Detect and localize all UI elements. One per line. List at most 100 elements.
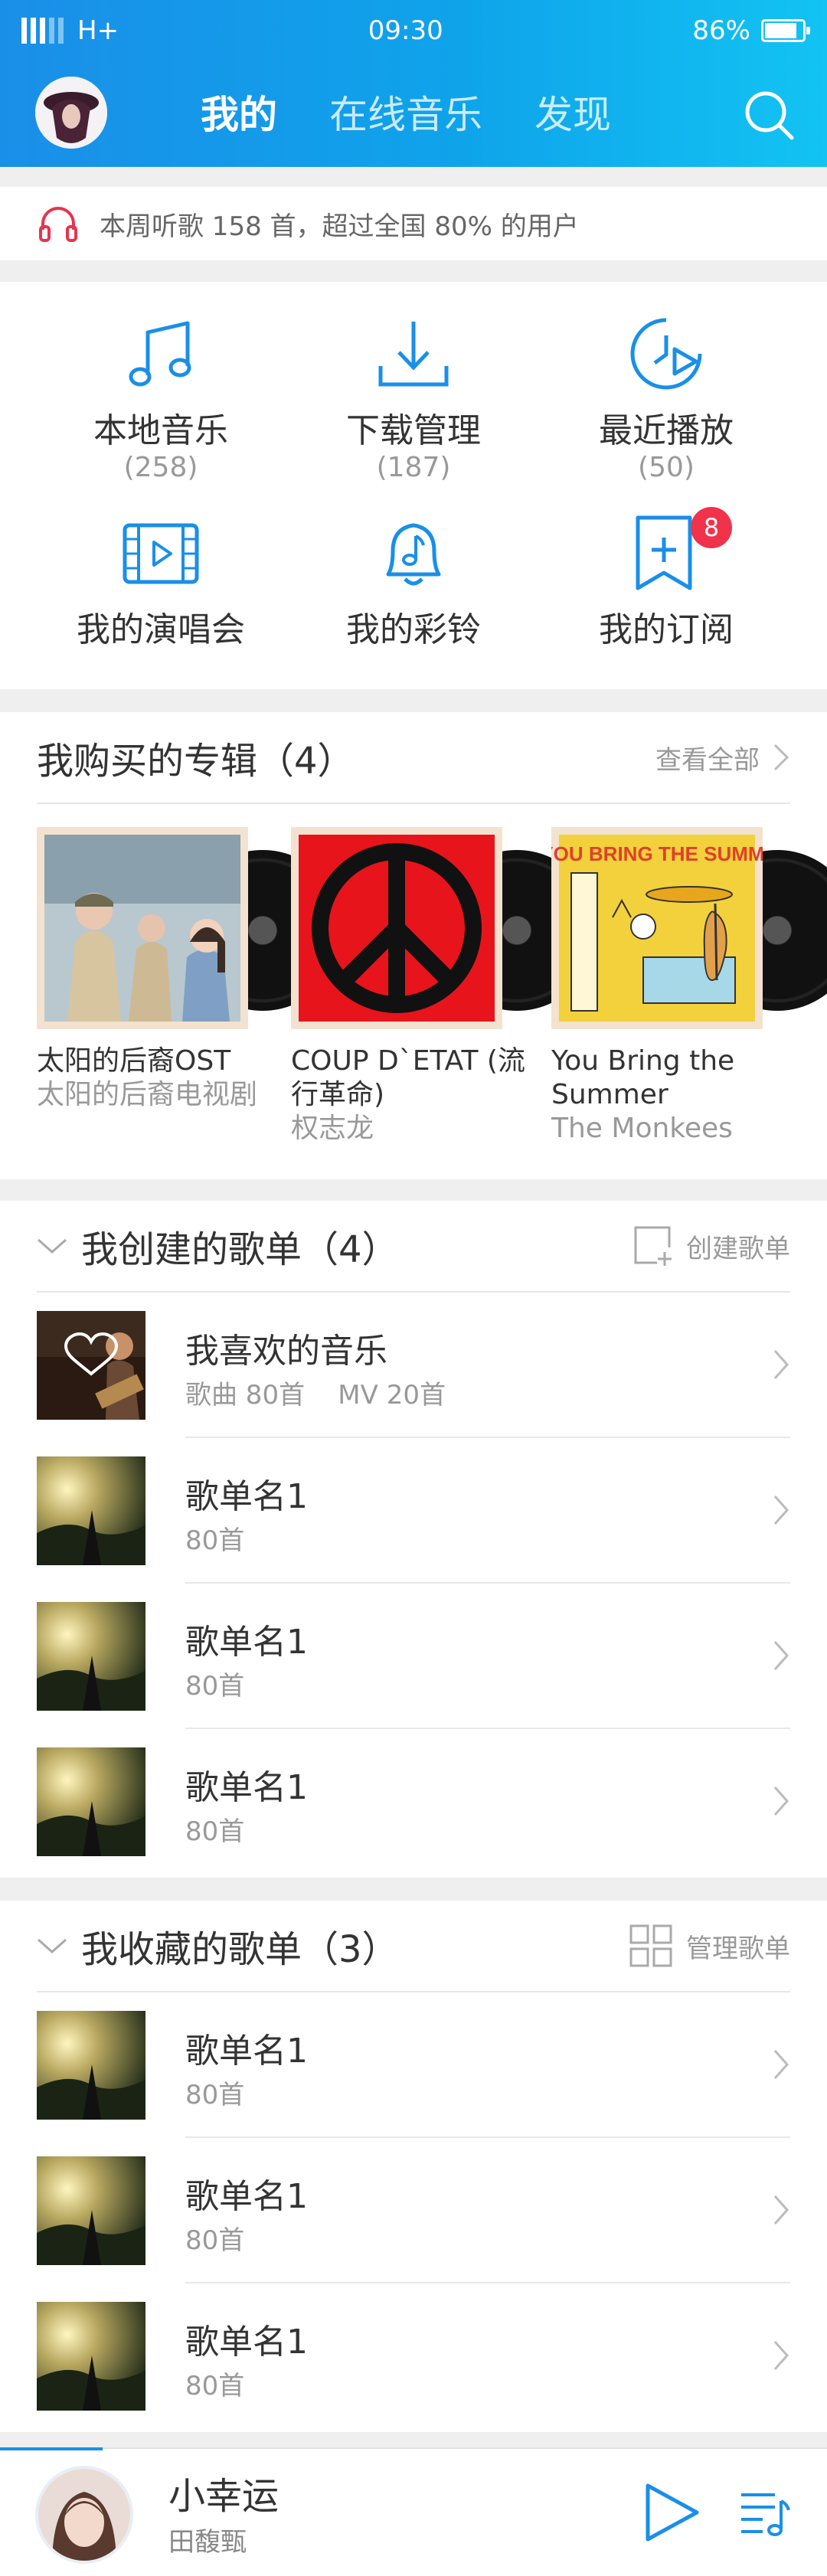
grid-local-music[interactable]: 本地音乐 (258) <box>46 312 276 483</box>
manage-playlists-label: 管理歌单 <box>686 1933 790 1964</box>
grid-download-manager[interactable]: 下载管理 (187) <box>299 312 528 483</box>
signal-icon <box>21 18 64 44</box>
user-avatar[interactable] <box>35 77 107 149</box>
tab-online-music[interactable]: 在线音乐 <box>329 84 482 139</box>
grid-manage-icon <box>629 1924 672 1967</box>
playlist-name: 歌单名1 <box>185 1623 308 1662</box>
playlist-row[interactable]: 歌单名1 80首 <box>37 2283 790 2429</box>
grid-label: 下载管理 <box>346 411 481 450</box>
playlist-row[interactable]: 歌单名1 80首 <box>37 1729 790 1875</box>
chevron-right-icon <box>773 1350 789 1379</box>
create-playlist-label: 创建歌单 <box>686 1233 790 1264</box>
playlist-meta: 80首 <box>185 1816 245 1847</box>
album-name: 太阳的后裔OST <box>37 1045 231 1077</box>
playlist-cover <box>37 2011 145 2120</box>
collected-playlists-section: 我收藏的歌单（3） 管理歌单 歌单名1 80首 歌单名1 80首 歌单名1 80… <box>0 1901 827 2432</box>
tab-mine[interactable]: 我的 <box>201 84 277 139</box>
listening-stat-bar: 本周听歌 158 首，超过全国 80% 的用户 <box>0 187 827 260</box>
play-icon[interactable] <box>637 2480 703 2545</box>
playlist-row[interactable]: 歌单名1 80首 <box>37 1438 790 1584</box>
section-title-group[interactable]: 我创建的歌单（4） <box>37 1219 399 1273</box>
created-playlists-section: 我创建的歌单（4） 创建歌单 我喜欢的音乐 歌曲 80首 MV 20首 歌单名1… <box>0 1201 827 1878</box>
chevron-right-icon <box>773 2195 789 2225</box>
now-playing-artist: 田馥甄 <box>168 2527 247 2558</box>
clock: 09:30 <box>368 15 443 46</box>
chevron-right-icon <box>773 1787 789 1816</box>
playlist-meta: 80首 <box>185 2225 245 2256</box>
playlist-row[interactable]: 歌单名1 80首 <box>37 1584 790 1729</box>
section-title: 我创建的歌单（4） <box>81 1228 399 1271</box>
album-item[interactable]: YOU BRING THE SUMMER You Bring the Summe… <box>551 827 827 1146</box>
album-cover <box>37 827 248 1029</box>
manage-playlists-button[interactable]: 管理歌单 <box>628 1923 790 1969</box>
chevron-down-icon <box>38 1938 67 1954</box>
download-icon <box>378 322 449 387</box>
playlist-meta: 80首 <box>185 1671 245 1702</box>
grid-label: 我的订阅 <box>599 610 734 649</box>
grid-label: 我的彩铃 <box>346 610 481 649</box>
playback-progress <box>0 2447 103 2450</box>
album-artist: 太阳的后裔电视剧 <box>37 1079 258 1110</box>
playlist-meta: 80首 <box>185 2371 245 2401</box>
chevron-right-icon <box>773 2341 789 2370</box>
album-artist: 权志龙 <box>291 1113 374 1144</box>
view-all-label: 查看全部 <box>655 744 760 776</box>
grid-label: 本地音乐 <box>93 411 228 450</box>
search-icon[interactable] <box>741 87 796 142</box>
album-item[interactable]: 太阳的后裔OST 太阳的后裔电视剧 <box>37 827 343 1112</box>
top-nav: 我的 在线音乐 发现 <box>0 61 827 167</box>
grid-count: (50) <box>638 452 695 483</box>
quick-access-grid: 本地音乐 (258) 下载管理 (187) 最近播放 (50) 我的演唱会 我的… <box>0 282 827 689</box>
concert-video-icon <box>123 523 199 584</box>
now-playing-title: 小幸运 <box>168 2475 279 2518</box>
album-name: You Bring the Summer <box>551 1045 735 1110</box>
grid-my-concerts[interactable]: 我的演唱会 <box>46 512 276 651</box>
chevron-right-icon <box>773 2050 789 2079</box>
playlist-cover <box>37 1311 145 1420</box>
tab-discover[interactable]: 发现 <box>534 84 611 139</box>
grid-ringtones[interactable]: 我的彩铃 <box>299 512 528 651</box>
grid-subscriptions[interactable]: 我的订阅 8 <box>551 507 781 651</box>
grid-label: 最近播放 <box>599 411 734 450</box>
battery-percent: 86% <box>692 15 750 46</box>
chevron-right-icon <box>773 1496 789 1525</box>
album-item[interactable]: COUP D`ETAT (流行革命) 权志龙 <box>291 827 597 1146</box>
playlist-name: 歌单名1 <box>185 1768 308 1807</box>
music-note-icon <box>129 321 191 387</box>
playlist-meta: 歌曲 80首 MV 20首 <box>185 1380 446 1411</box>
listening-stat-text: 本周听歌 158 首，超过全国 80% 的用户 <box>100 211 579 242</box>
section-title-group[interactable]: 我收藏的歌单（3） <box>37 1919 399 1973</box>
playlist-cover <box>37 1602 145 1711</box>
playlist-cover <box>37 2302 145 2411</box>
status-bar: H+ 09:30 86% <box>0 0 827 61</box>
chevron-down-icon <box>38 1238 67 1254</box>
playlist-row[interactable]: 歌单名1 80首 <box>37 2138 790 2283</box>
section-title: 我收藏的歌单（3） <box>81 1928 399 1971</box>
now-playing-artwork[interactable] <box>35 2466 133 2564</box>
playlist-cover <box>37 2156 145 2265</box>
playlist-queue-icon[interactable] <box>737 2484 793 2541</box>
playlist-name: 歌单名1 <box>185 2323 308 2362</box>
album-cover-text: YOU BRING THE SUMMER <box>551 842 763 865</box>
playlist-meta: 80首 <box>185 1525 245 1556</box>
album-cover: YOU BRING THE SUMMER <box>551 827 763 1029</box>
network-type: H+ <box>77 15 119 46</box>
ringtone-bell-icon <box>386 523 441 586</box>
playlist-row[interactable]: 歌单名1 80首 <box>37 1992 790 2138</box>
purchased-albums-section: 我购买的专辑（4） 查看全部 太阳的后裔OST 太阳的后裔电视剧 COUP D`… <box>0 712 827 1179</box>
view-all-link[interactable]: 查看全部 <box>655 739 790 776</box>
album-artist: The Monkees <box>551 1113 733 1144</box>
playlist-name: 歌单名1 <box>185 2177 308 2216</box>
mini-player[interactable]: 小幸运 田馥甄 <box>0 2447 827 2576</box>
notification-badge: 8 <box>691 507 732 548</box>
playlist-meta: 80首 <box>185 2080 245 2110</box>
playlist-row[interactable]: 我喜欢的音乐 歌曲 80首 MV 20首 <box>37 1293 790 1438</box>
recent-play-icon <box>630 318 702 390</box>
create-playlist-button[interactable]: 创建歌单 <box>631 1224 790 1267</box>
playlist-name: 歌单名1 <box>185 2032 308 2071</box>
grid-count: (258) <box>123 452 198 483</box>
section-title: 我购买的专辑（4） <box>37 740 355 783</box>
grid-recent-play[interactable]: 最近播放 (50) <box>551 312 781 483</box>
chevron-right-icon <box>773 1641 789 1670</box>
grid-label: 我的演唱会 <box>77 610 245 649</box>
